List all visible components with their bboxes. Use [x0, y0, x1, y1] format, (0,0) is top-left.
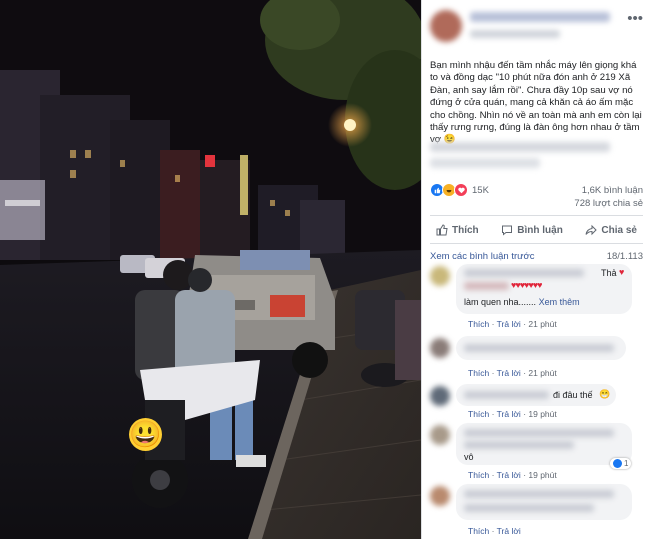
post-caption: Bạn mình nhậu đến tầm nhắc máy lên giọng…	[430, 60, 642, 146]
thumbs-up-icon	[436, 224, 448, 236]
view-previous-comments-link[interactable]: Xem các bình luận trước	[430, 251, 534, 262]
post-header	[430, 8, 643, 48]
comments-count[interactable]: 1,6K bình luận	[574, 184, 643, 197]
comment-bubble	[456, 336, 626, 360]
like-label: Thích	[452, 224, 479, 236]
heart-icon: ♥	[619, 267, 625, 277]
comment-like-link[interactable]: Thích	[468, 470, 489, 480]
redacted-text	[430, 142, 610, 152]
author-avatar[interactable]	[430, 10, 462, 42]
hearts-row-icon: ♥♥♥♥♥♥♥	[511, 280, 542, 290]
redacted-name	[464, 391, 549, 399]
comment-text-end: đi đâu thế	[553, 390, 593, 400]
comment-item: vô 1 Thích · Trả lời · 19 phút	[430, 423, 645, 481]
comment-actions: Thích · Trả lời · 19 phút	[468, 409, 557, 419]
comment-actions: Thích · Trả lời · 19 phút	[468, 470, 557, 480]
commenter-avatar[interactable]	[430, 338, 450, 358]
share-button[interactable]: Chia sẻ	[579, 220, 643, 240]
post-details-panel: ••• Bạn mình nhậu đến tầm nhắc máy lên g…	[421, 0, 650, 539]
post-photo[interactable]: 😃	[0, 0, 421, 539]
comment-item: Thả ♥ ♥♥♥♥♥♥♥ làm quen nha....... Xem th…	[430, 264, 645, 332]
comment-line: làm quen nha.......	[464, 297, 537, 307]
redacted-text	[464, 490, 614, 498]
post-timestamp[interactable]	[470, 30, 560, 38]
comment-item: đi đâu thế 😁 Thích · Trả lời · 19 phút	[430, 384, 645, 420]
reaction-count: 15K	[472, 184, 489, 196]
comment-reaction-count: 1	[624, 459, 629, 468]
redacted-text	[430, 158, 540, 168]
commenter-avatar[interactable]	[430, 386, 450, 406]
post-stats: 1,6K bình luận 728 lượt chia sẻ	[574, 184, 643, 210]
comment-time: 21 phút	[528, 319, 557, 329]
shares-count[interactable]: 728 lượt chia sẻ	[574, 197, 643, 210]
face-emoji-sticker: 😃	[129, 418, 162, 451]
comment-reply-link[interactable]: Trả lời	[497, 526, 521, 536]
comment-reply-link[interactable]: Trả lời	[497, 368, 521, 378]
redacted-text	[464, 344, 614, 352]
comment-reply-link[interactable]: Trả lời	[497, 409, 521, 419]
redacted-text	[464, 441, 574, 449]
redacted-text	[464, 429, 614, 437]
like-reaction-icon	[613, 459, 622, 468]
divider	[430, 243, 643, 244]
comment-bubble: Thả ♥ ♥♥♥♥♥♥♥ làm quen nha....... Xem th…	[456, 264, 632, 314]
comment-line: vô	[464, 452, 474, 462]
comment-like-link[interactable]: Thích	[468, 526, 489, 536]
commenter-avatar[interactable]	[430, 486, 450, 506]
comment-item: Thích · Trả lời · 21 phút	[430, 336, 645, 380]
reactions-summary[interactable]: 15K	[430, 182, 489, 198]
redacted-name	[464, 269, 584, 277]
comments-header: Xem các bình luận trước 18/1.113	[430, 251, 643, 262]
comment-text: làm quen nha....... Xem thêm	[464, 297, 580, 307]
comment-bubble: đi đâu thế 😁	[456, 384, 616, 406]
comment-button[interactable]: Bình luận	[495, 220, 569, 240]
comment-actions: Thích · Trả lời · 21 phút	[468, 368, 557, 378]
comment-icon	[502, 225, 513, 236]
love-reaction-icon	[454, 183, 468, 197]
comment-item: Thích · Trả lời	[430, 484, 645, 539]
comment-label: Bình luận	[517, 224, 563, 236]
comment-bubble: vô	[456, 423, 632, 465]
commenter-avatar[interactable]	[430, 266, 450, 286]
comment-like-link[interactable]: Thích	[468, 319, 489, 329]
author-name[interactable]	[470, 12, 610, 22]
share-icon	[585, 224, 598, 236]
comment-reply-link[interactable]: Trả lời	[497, 319, 521, 329]
comment-reaction-badge[interactable]: 1	[610, 458, 632, 469]
divider	[430, 215, 643, 216]
more-options-icon[interactable]: •••	[627, 10, 643, 27]
emoji-icon: 😁	[599, 389, 611, 399]
commenter-avatar[interactable]	[430, 425, 450, 445]
like-button[interactable]: Thích	[430, 220, 485, 240]
share-label: Chia sẻ	[601, 224, 637, 236]
street-scene-image	[0, 0, 421, 539]
comment-text-end: Thả	[601, 268, 617, 278]
comments-page-count: 18/1.113	[606, 251, 643, 262]
comment-actions: Thích · Trả lời	[468, 526, 521, 536]
redacted-text	[464, 504, 594, 512]
see-more-link[interactable]: Xem thêm	[539, 297, 580, 307]
comment-actions: Thích · Trả lời · 21 phút	[468, 319, 557, 329]
comment-time: 19 phút	[528, 470, 557, 480]
comment-bubble	[456, 484, 632, 520]
comment-time: 19 phút	[528, 409, 557, 419]
redacted-text	[464, 282, 509, 290]
comment-reply-link[interactable]: Trả lời	[497, 470, 521, 480]
comment-like-link[interactable]: Thích	[468, 368, 489, 378]
comment-like-link[interactable]: Thích	[468, 409, 489, 419]
comment-time: 21 phút	[528, 368, 557, 378]
post-action-bar: Thích Bình luận Chia sẻ	[430, 220, 643, 240]
